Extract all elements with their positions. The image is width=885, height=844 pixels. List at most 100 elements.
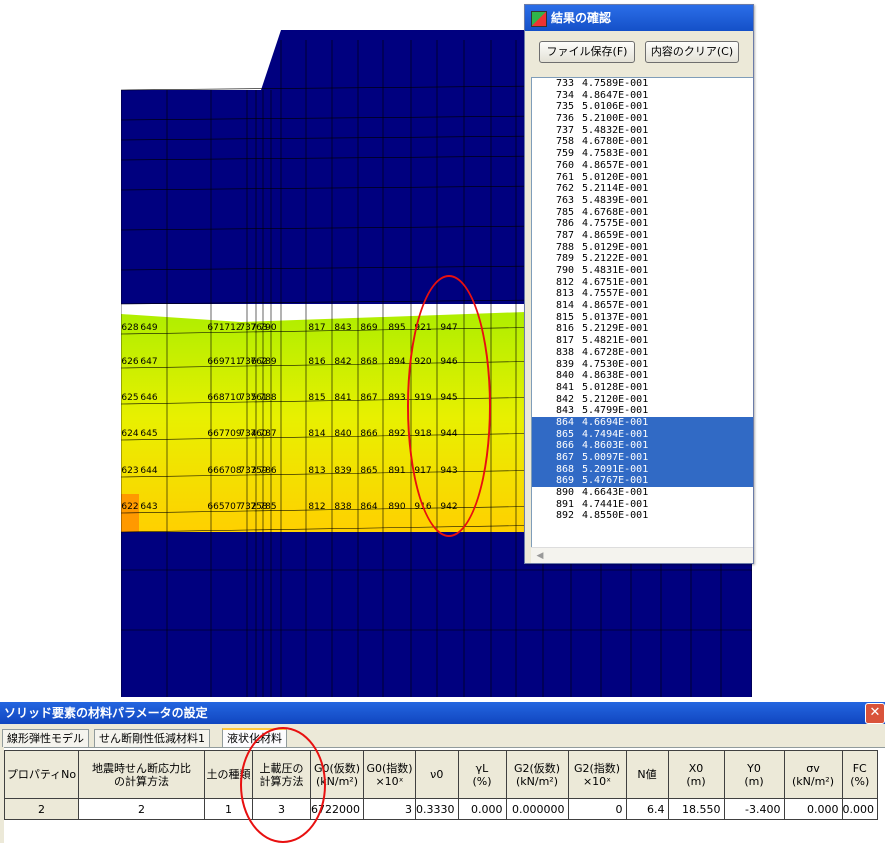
parameter-cell[interactable]: 0.000 <box>457 798 507 820</box>
results-window[interactable]: 結果の確認 ファイル保存(F) 内容のクリア(C) 733 4.7589E-001… <box>524 4 754 564</box>
result-row[interactable]: 787 4.8659E-001 <box>532 230 753 242</box>
result-row[interactable]: 867 5.0097E-001 <box>532 452 753 464</box>
parameter-data-row[interactable]: 2 2 1 3 6722000 3 0.3330 0.000 0.000000 0 6.4 18.55… <box>4 798 878 820</box>
result-row[interactable]: 737 5.4832E-001 <box>532 125 753 137</box>
result-row[interactable]: 733 4.7589E-001 <box>532 78 753 90</box>
result-row[interactable]: 816 5.2129E-001 <box>532 323 753 335</box>
result-row[interactable]: 786 4.7575E-001 <box>532 218 753 230</box>
tab-0[interactable]: 線形弾性モデル <box>2 729 89 747</box>
column-header[interactable]: FC (%) <box>841 750 878 799</box>
close-icon[interactable]: ✕ <box>865 703 885 724</box>
result-element-id: 736 <box>555 113 574 125</box>
parameter-cell[interactable]: 1 <box>204 798 253 820</box>
parameter-cell[interactable]: 0.000000 <box>505 798 569 820</box>
material-parameter-dialog[interactable]: ソリッド要素の材料パラメータの設定 ✕ 線形弾性モデル せん断剛性低減材料1 液状化… <box>0 702 885 844</box>
column-header[interactable]: 地震時せん断応力比 の計算方法 <box>78 750 205 799</box>
horizontal-scrollbar[interactable]: ◀ <box>531 547 753 563</box>
mesh-element-label: 643 <box>140 502 157 512</box>
result-value: 5.4767E-001 <box>582 475 649 487</box>
result-value: 4.7557E-001 <box>582 288 649 300</box>
result-row[interactable]: 758 4.6780E-001 <box>532 136 753 148</box>
result-row[interactable]: 868 5.2091E-001 <box>532 463 753 476</box>
result-row[interactable]: 735 5.0106E-001 <box>532 101 753 113</box>
mesh-element-label: 787 <box>259 429 276 439</box>
result-element-id: 763 <box>555 194 574 206</box>
scroll-left-icon[interactable]: ◀ <box>533 550 547 562</box>
result-row[interactable]: 841 5.0128E-001 <box>532 382 753 394</box>
result-row[interactable]: 761 5.0120E-001 <box>532 172 753 184</box>
result-row[interactable]: 813 4.7557E-001 <box>532 288 753 300</box>
column-header[interactable]: G0(仮数) (kN/m²) <box>310 750 364 799</box>
result-row[interactable]: 734 4.8647E-001 <box>532 89 753 102</box>
parameter-cell[interactable]: 2 <box>4 798 79 820</box>
result-row[interactable]: 789 5.2122E-001 <box>532 253 753 265</box>
result-row[interactable]: 759 4.7583E-001 <box>532 148 753 160</box>
result-row[interactable]: 762 5.2114E-001 <box>532 183 753 195</box>
result-row[interactable]: 892 4.8550E-001 <box>532 510 753 522</box>
result-row[interactable]: 788 5.0129E-001 <box>532 242 753 254</box>
result-row[interactable]: 785 4.6768E-001 <box>532 207 753 219</box>
parameter-cell[interactable]: -3.400 <box>723 798 785 820</box>
dialog-titlebar[interactable]: ソリッド要素の材料パラメータの設定 ✕ <box>0 702 885 724</box>
result-row[interactable]: 865 4.7494E-001 <box>532 428 753 441</box>
result-row[interactable]: 760 4.8657E-001 <box>532 160 753 172</box>
result-row[interactable]: 843 5.4799E-001 <box>532 405 753 417</box>
tab-1[interactable]: せん断剛性低減材料1 <box>94 729 210 747</box>
results-window-titlebar[interactable]: 結果の確認 <box>525 5 753 31</box>
column-header[interactable]: γL (%) <box>457 750 507 799</box>
parameter-cell[interactable]: 0.3330 <box>415 798 459 820</box>
result-row[interactable]: 842 5.2120E-001 <box>532 393 753 406</box>
result-element-id: 734 <box>555 89 574 101</box>
column-header[interactable]: Y0 (m) <box>723 750 785 799</box>
result-value: 4.7530E-001 <box>582 358 649 370</box>
column-header[interactable]: 上載圧の 計算方法 <box>252 750 311 799</box>
result-row[interactable]: 790 5.4831E-001 <box>532 265 753 277</box>
mesh-element-label: 893 <box>388 393 405 403</box>
column-header[interactable]: G0(指数) ×10ˣ <box>363 750 416 799</box>
column-header[interactable]: σv (kN/m²) <box>783 750 843 799</box>
tab-2[interactable]: 液状化材料 <box>222 728 287 749</box>
parameter-cell[interactable]: 2 <box>78 798 205 820</box>
result-row[interactable]: 838 4.6728E-001 <box>532 347 753 359</box>
parameter-table[interactable]: プロパティNo 地震時せん断応力比 の計算方法 土の種類 上載圧の 計算方法 G0(仮数… <box>4 750 878 820</box>
parameter-cell[interactable]: 18.550 <box>667 798 725 820</box>
result-row[interactable]: 840 4.8638E-001 <box>532 370 753 382</box>
result-row[interactable]: 812 4.6751E-001 <box>532 277 753 289</box>
result-row[interactable]: 864 4.6694E-001 <box>532 416 753 429</box>
result-row[interactable]: 817 5.4821E-001 <box>532 335 753 347</box>
result-row[interactable]: 815 5.0137E-001 <box>532 312 753 324</box>
parameter-cell[interactable]: 0.000 <box>783 798 843 820</box>
column-header[interactable]: X0 (m) <box>667 750 725 799</box>
app-icon <box>531 11 547 27</box>
parameter-cell[interactable]: 3 <box>363 798 416 820</box>
result-row[interactable]: 866 4.8603E-001 <box>532 440 753 452</box>
parameter-cell[interactable]: 0.000 <box>841 798 878 820</box>
column-header[interactable]: G2(仮数) (kN/m²) <box>505 750 569 799</box>
result-value: 5.2129E-001 <box>582 323 649 335</box>
result-value: 5.2100E-001 <box>582 113 649 125</box>
results-list[interactable]: 733 4.7589E-001 734 4.8647E-001 735 5.0106E-0… <box>531 77 753 548</box>
column-header[interactable]: プロパティNo <box>4 750 79 799</box>
result-row[interactable]: 814 4.8657E-001 <box>532 300 753 312</box>
mesh-element-label: 869 <box>360 323 377 333</box>
result-row[interactable]: 891 4.7441E-001 <box>532 499 753 511</box>
result-row[interactable]: 890 4.6643E-001 <box>532 487 753 499</box>
clear-contents-button[interactable]: 内容のクリア(C) <box>645 41 739 63</box>
column-header[interactable]: G2(指数) ×10ˣ <box>567 750 627 799</box>
column-header[interactable]: N値 <box>625 750 669 799</box>
result-row[interactable]: 736 5.2100E-001 <box>532 113 753 125</box>
result-element-id: 869 <box>555 475 574 487</box>
parameter-cell[interactable]: 3 <box>252 798 311 820</box>
column-header[interactable]: 土の種類 <box>204 750 253 799</box>
file-save-button[interactable]: ファイル保存(F) <box>539 41 635 63</box>
result-row[interactable]: 869 5.4767E-001 <box>532 475 753 488</box>
result-row[interactable]: 763 5.4839E-001 <box>532 194 753 207</box>
column-header[interactable]: ν0 <box>415 750 459 799</box>
parameter-cell[interactable]: 6.4 <box>625 798 669 820</box>
parameter-cell[interactable]: 0 <box>567 798 627 820</box>
mesh-element-label: 943 <box>440 466 457 476</box>
result-row[interactable]: 839 4.7530E-001 <box>532 358 753 371</box>
result-value: 5.2114E-001 <box>582 183 649 195</box>
result-element-id: 842 <box>555 393 574 405</box>
parameter-cell[interactable]: 6722000 <box>310 798 364 820</box>
